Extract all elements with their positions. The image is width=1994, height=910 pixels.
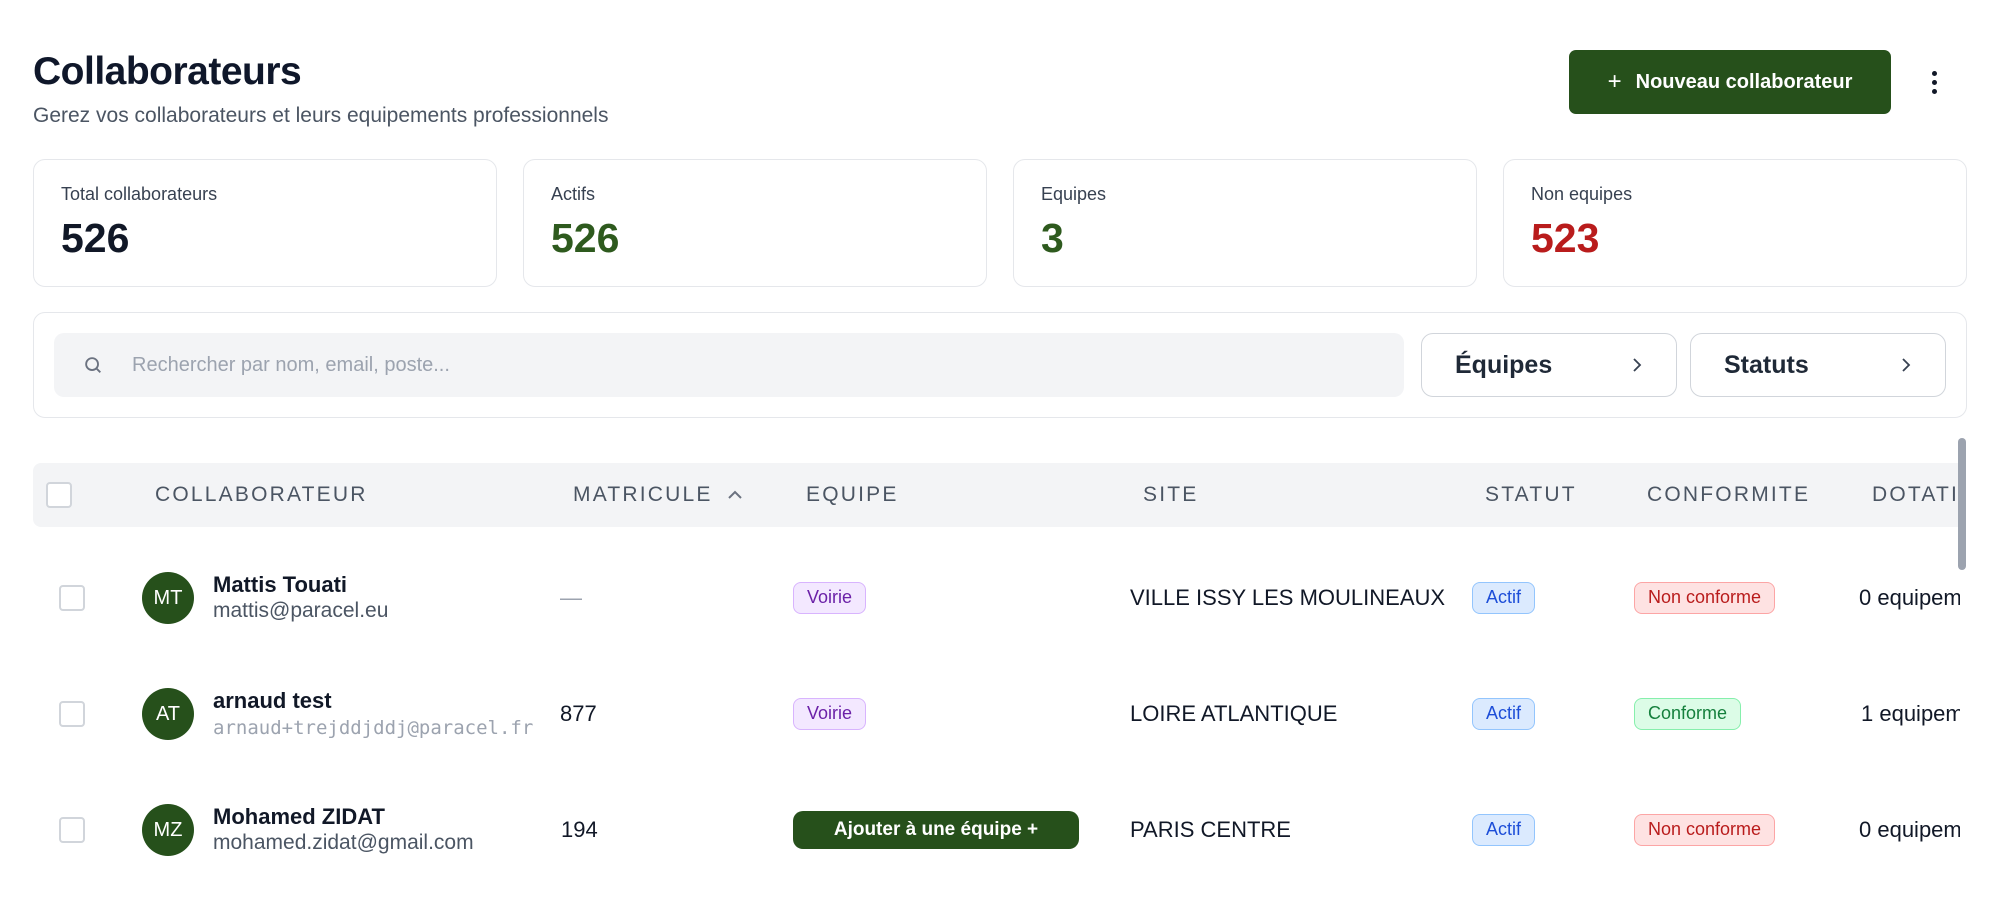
team-badge: Voirie bbox=[793, 582, 867, 614]
table-row[interactable]: MZ Mohamed ZIDAT mohamed.zidat@gmail.com… bbox=[0, 770, 1960, 885]
column-conformite[interactable]: CONFORMITE bbox=[1647, 463, 1810, 527]
column-matricule[interactable]: MATRICULE bbox=[573, 463, 743, 527]
sort-ascending-icon bbox=[727, 490, 742, 499]
column-collaborateur[interactable]: COLLABORATEUR bbox=[155, 463, 368, 527]
table-header: COLLABORATEUR MATRICULE EQUIPE SITE STAT… bbox=[33, 463, 1960, 527]
collaborator-email: mattis@paracel.eu bbox=[213, 599, 389, 622]
avatar: MT bbox=[142, 572, 194, 624]
table-row[interactable]: AT arnaud test arnaud+trejddjddj@paracel… bbox=[0, 655, 1960, 770]
status-badge: Actif bbox=[1472, 814, 1536, 846]
select-all-checkbox[interactable] bbox=[46, 482, 72, 508]
collaborator-email: mohamed.zidat@gmail.com bbox=[213, 831, 474, 854]
table-body: COLLABORATEUR MATRICULE EQUIPE SITE STAT… bbox=[0, 440, 1960, 910]
column-matricule-label: MATRICULE bbox=[573, 483, 713, 506]
collaborator-name[interactable]: Mohamed ZIDAT bbox=[213, 804, 385, 830]
status-badge: Actif bbox=[1472, 582, 1536, 614]
new-collaborator-button[interactable]: + Nouveau collaborateur bbox=[1569, 50, 1891, 114]
filter-bar: Équipes Statuts bbox=[33, 312, 1967, 418]
stat-value: 526 bbox=[61, 215, 130, 261]
avatar: MZ bbox=[142, 804, 194, 856]
dotation-value: 0 equipem bbox=[1859, 585, 1960, 610]
matricule-value: — bbox=[560, 585, 582, 610]
row-checkbox[interactable] bbox=[59, 701, 85, 727]
row-checkbox[interactable] bbox=[59, 585, 85, 611]
status-filter-button[interactable]: Statuts bbox=[1690, 333, 1946, 397]
page-header: Collaborateurs Gerez vos collaborateurs … bbox=[33, 48, 608, 130]
conformity-badge: Non conforme bbox=[1634, 814, 1776, 846]
stat-card-active: Actifs 526 bbox=[523, 159, 987, 287]
stat-card-not-equipped: Non equipes 523 bbox=[1503, 159, 1967, 287]
stat-label: Total collaborateurs bbox=[61, 184, 218, 204]
dotation-value: 0 equipem bbox=[1859, 817, 1960, 842]
site-value: PARIS CENTRE bbox=[1130, 817, 1291, 842]
stat-card-equipped: Equipes 3 bbox=[1013, 159, 1477, 287]
dotation-value: 1 equipem bbox=[1861, 701, 1960, 726]
teams-filter-button[interactable]: Équipes bbox=[1421, 333, 1677, 397]
page-subtitle: Gerez vos collaborateurs et leurs equipe… bbox=[33, 104, 609, 127]
status-filter-label: Statuts bbox=[1724, 350, 1809, 379]
add-to-team-button[interactable]: Ajouter à une équipe + bbox=[793, 811, 1079, 849]
chevron-right-icon bbox=[1633, 358, 1642, 372]
search-input[interactable] bbox=[132, 353, 1332, 377]
vertical-scrollbar[interactable] bbox=[1958, 438, 1966, 570]
stat-label: Non equipes bbox=[1531, 184, 1633, 204]
search-icon bbox=[85, 357, 101, 373]
column-equipe[interactable]: EQUIPE bbox=[806, 463, 899, 527]
page-title: Collaborateurs bbox=[33, 50, 302, 93]
column-statut[interactable]: STATUT bbox=[1485, 463, 1577, 527]
team-badge: Voirie bbox=[793, 698, 867, 730]
conformity-badge: Conforme bbox=[1634, 698, 1742, 730]
stat-card-total: Total collaborateurs 526 bbox=[33, 159, 497, 287]
column-site[interactable]: SITE bbox=[1143, 463, 1198, 527]
stat-label: Actifs bbox=[551, 184, 596, 204]
collaborator-name[interactable]: Mattis Touati bbox=[213, 572, 347, 598]
site-value: VILLE ISSY LES MOULINEAUX bbox=[1130, 585, 1446, 610]
status-badge: Actif bbox=[1472, 698, 1536, 730]
new-collaborator-label: Nouveau collaborateur bbox=[1635, 70, 1853, 93]
plus-icon: + bbox=[1607, 68, 1622, 95]
stat-value: 523 bbox=[1531, 215, 1600, 261]
teams-filter-label: Équipes bbox=[1455, 350, 1553, 379]
chevron-right-icon bbox=[1902, 358, 1911, 372]
stat-value: 526 bbox=[551, 215, 620, 261]
matricule-value: 877 bbox=[560, 701, 597, 726]
collaborator-email: arnaud+trejddjddj@paracel.fr bbox=[213, 717, 534, 739]
stat-label: Equipes bbox=[1041, 184, 1107, 204]
search-box[interactable] bbox=[54, 333, 1404, 397]
conformity-badge: Non conforme bbox=[1634, 582, 1776, 614]
stat-value: 3 bbox=[1041, 215, 1064, 261]
site-value: LOIRE ATLANTIQUE bbox=[1130, 701, 1338, 726]
table-row[interactable]: MT Mattis Touati mattis@paracel.eu — Voi… bbox=[0, 540, 1960, 655]
column-dotation[interactable]: DOTATIC bbox=[1872, 463, 1960, 527]
matricule-value: 194 bbox=[561, 817, 598, 842]
more-options-icon[interactable] bbox=[1917, 62, 1951, 102]
avatar: AT bbox=[142, 688, 194, 740]
row-checkbox[interactable] bbox=[59, 817, 85, 843]
collaborator-name[interactable]: arnaud test bbox=[213, 688, 332, 714]
